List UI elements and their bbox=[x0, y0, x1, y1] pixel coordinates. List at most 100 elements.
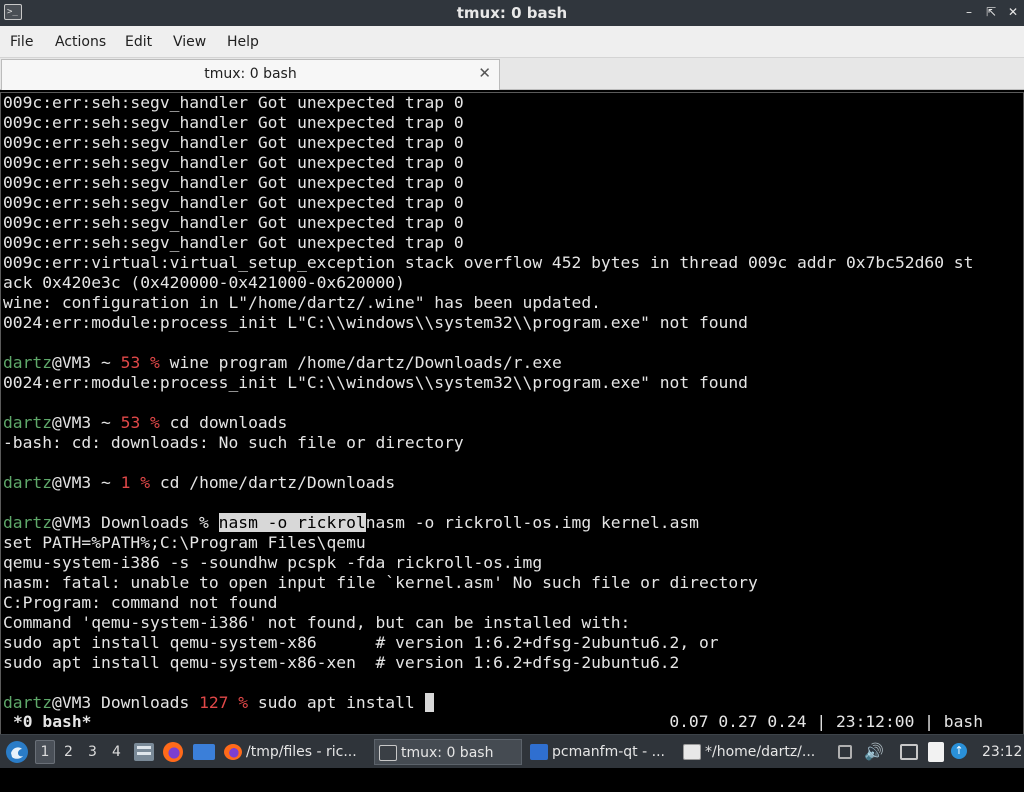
workspace-2[interactable]: 2 bbox=[64, 744, 73, 760]
restore-button[interactable]: ⇱ bbox=[982, 3, 1000, 21]
selected-text: nasm -o rickrol bbox=[218, 513, 366, 532]
tray-clipboard-icon[interactable] bbox=[838, 745, 852, 759]
terminal-text: 009c:err:seh:segv_handler Got unexpected… bbox=[3, 193, 464, 212]
minimize-button[interactable]: – bbox=[960, 3, 978, 21]
tmux-status-bar: *0 bash* 0.07 0.27 0.24 | 23:12:00 | bas… bbox=[1, 712, 1023, 732]
terminal-icon bbox=[379, 745, 397, 761]
task-label: /tmp/files - ric... bbox=[246, 744, 357, 760]
terminal-text: 009c:err:seh:segv_handler Got unexpected… bbox=[3, 93, 464, 112]
terminal-line: dartz@VM3 ~ 53 % wine program /home/dart… bbox=[3, 353, 1021, 373]
terminal-line: nasm: fatal: unable to open input file `… bbox=[3, 573, 1021, 593]
file-manager-launcher-icon[interactable] bbox=[134, 743, 154, 761]
task-label: tmux: 0 bash bbox=[401, 745, 494, 761]
taskbar: 1 2 3 4 /tmp/files - ric... tmux: 0 bash… bbox=[0, 734, 1024, 768]
tmux-window-name: *0 bash* bbox=[13, 712, 92, 731]
terminal-text: 009c:err:seh:segv_handler Got unexpected… bbox=[3, 173, 464, 192]
terminal-text: dartz bbox=[3, 693, 53, 712]
terminal-text: 009c:err:seh:segv_handler Got unexpected… bbox=[3, 153, 464, 172]
terminal-line: 0024:err:module:process_init L"C:\\windo… bbox=[3, 313, 1021, 333]
terminal-text: dartz bbox=[3, 473, 53, 492]
terminal-line: 009c:err:virtual:virtual_setup_exception… bbox=[3, 253, 1021, 273]
tab-tmux-bash[interactable]: tmux: 0 bash ✕ bbox=[1, 59, 500, 90]
terminal-line: 009c:err:seh:segv_handler Got unexpected… bbox=[3, 153, 1021, 173]
tmux-status-info: 0.07 0.27 0.24 | 23:12:00 | bash bbox=[669, 712, 983, 731]
terminal-text: 1 % bbox=[120, 473, 151, 492]
task-pcmanfm[interactable]: pcmanfm-qt - ... bbox=[530, 739, 670, 765]
terminal-line: 009c:err:seh:segv_handler Got unexpected… bbox=[3, 93, 1021, 113]
task-firefox[interactable]: /tmp/files - ric... bbox=[224, 739, 369, 765]
workspace-4[interactable]: 4 bbox=[112, 744, 121, 760]
menubar: File Actions Edit View Help bbox=[0, 26, 1024, 58]
terminal-text: Command 'qemu-system-i386' not found, bu… bbox=[3, 613, 631, 632]
close-window-button[interactable]: ✕ bbox=[1004, 3, 1022, 21]
terminal-text: 53 % bbox=[120, 353, 160, 372]
terminal-text: @VM3 Downloads % bbox=[52, 513, 219, 532]
terminal-line: dartz@VM3 ~ 1 % cd /home/dartz/Downloads bbox=[3, 473, 1021, 493]
terminal-line: 009c:err:seh:segv_handler Got unexpected… bbox=[3, 113, 1021, 133]
network-icon[interactable] bbox=[900, 744, 918, 760]
terminal-text: sudo apt install bbox=[248, 693, 425, 712]
tab-close-icon[interactable]: ✕ bbox=[478, 64, 491, 82]
terminal-text: set PATH=%PATH%;C:\Program Files\qemu bbox=[3, 533, 366, 552]
menu-file[interactable]: File bbox=[10, 34, 33, 50]
terminal-line: dartz@VM3 Downloads 127 % sudo apt insta… bbox=[3, 693, 1021, 713]
start-menu-icon[interactable] bbox=[6, 741, 28, 763]
tab-bar: tmux: 0 bash ✕ bbox=[0, 58, 1024, 90]
terminal-view[interactable]: 009c:err:seh:segv_handler Got unexpected… bbox=[0, 92, 1024, 734]
menu-actions[interactable]: Actions bbox=[55, 34, 106, 50]
terminal-text: @VM3 ~ bbox=[52, 353, 121, 372]
terminal-cursor bbox=[424, 693, 435, 712]
terminal-line: -bash: cd: downloads: No such file or di… bbox=[3, 433, 1021, 453]
terminal-text: 009c:err:seh:segv_handler Got unexpected… bbox=[3, 113, 464, 132]
window-title: tmux: 0 bash bbox=[456, 4, 568, 22]
task-terminal[interactable]: tmux: 0 bash bbox=[374, 739, 522, 765]
tab-label: tmux: 0 bash bbox=[204, 66, 297, 82]
terminal-line: set PATH=%PATH%;C:\Program Files\qemu bbox=[3, 533, 1021, 553]
workspace-3[interactable]: 3 bbox=[88, 744, 97, 760]
terminal-text: 009c:err:seh:segv_handler Got unexpected… bbox=[3, 233, 464, 252]
terminal-text: 0024:err:module:process_init L"C:\\windo… bbox=[3, 313, 748, 332]
terminal-line: 009c:err:seh:segv_handler Got unexpected… bbox=[3, 173, 1021, 193]
terminal-text: dartz bbox=[3, 413, 53, 432]
terminal-text: dartz bbox=[3, 353, 53, 372]
terminal-line: 0024:err:module:process_init L"C:\\windo… bbox=[3, 373, 1021, 393]
menu-view[interactable]: View bbox=[173, 34, 206, 50]
terminal-text: dartz bbox=[3, 513, 53, 532]
terminal-text: -bash: cd: downloads: No such file or di… bbox=[3, 433, 464, 452]
terminal-line: 009c:err:seh:segv_handler Got unexpected… bbox=[3, 213, 1021, 233]
terminal-text: wine: configuration in L"/home/dartz/.wi… bbox=[3, 293, 601, 312]
terminal-text: qemu-system-i386 -s -soundhw pcspk -fda … bbox=[3, 553, 543, 572]
terminal-text: nasm: fatal: unable to open input file `… bbox=[3, 573, 758, 592]
terminal-line: dartz@VM3 ~ 53 % cd downloads bbox=[3, 413, 1021, 433]
terminal-text: 009c:err:seh:segv_handler Got unexpected… bbox=[3, 213, 464, 232]
task-text-editor[interactable]: */home/dartz/... bbox=[683, 739, 828, 765]
volume-icon[interactable]: 🔊 bbox=[864, 742, 884, 761]
update-notifier-icon[interactable]: ↑ bbox=[951, 743, 967, 759]
menu-edit[interactable]: Edit bbox=[125, 34, 152, 50]
terminal-text: cd /home/dartz/Downloads bbox=[150, 473, 396, 492]
terminal-line: dartz@VM3 Downloads % nasm -o rickrolnas… bbox=[3, 513, 1021, 533]
clock[interactable]: 23:12 bbox=[982, 744, 1022, 760]
terminal-line: sudo apt install qemu-system-x86 # versi… bbox=[3, 633, 1021, 653]
terminal-text: @VM3 Downloads bbox=[52, 693, 200, 712]
terminal-text: wine program /home/dartz/Downloads/r.exe bbox=[159, 353, 562, 372]
terminal-line: sudo apt install qemu-system-x86-xen # v… bbox=[3, 653, 1021, 673]
terminal-line: 009c:err:seh:segv_handler Got unexpected… bbox=[3, 193, 1021, 213]
terminal-text: C:Program: command not found bbox=[3, 593, 278, 612]
workspace-1[interactable]: 1 bbox=[35, 740, 55, 764]
window-titlebar[interactable]: >_ tmux: 0 bash – ⇱ ✕ bbox=[0, 0, 1024, 26]
firefox-icon bbox=[224, 744, 242, 760]
task-label: */home/dartz/... bbox=[705, 744, 816, 760]
terminal-text: 53 % bbox=[120, 413, 160, 432]
notes-tray-icon[interactable] bbox=[928, 742, 944, 762]
menu-help[interactable]: Help bbox=[227, 34, 259, 50]
show-desktop-icon[interactable] bbox=[193, 744, 215, 760]
terminal-text: @VM3 ~ bbox=[52, 413, 121, 432]
terminal-text: 009c:err:seh:segv_handler Got unexpected… bbox=[3, 133, 464, 152]
terminal-line: ack 0x420e3c (0x420000-0x421000-0x620000… bbox=[3, 273, 1021, 293]
firefox-launcher-icon[interactable] bbox=[163, 742, 183, 762]
terminal-line: 009c:err:seh:segv_handler Got unexpected… bbox=[3, 133, 1021, 153]
